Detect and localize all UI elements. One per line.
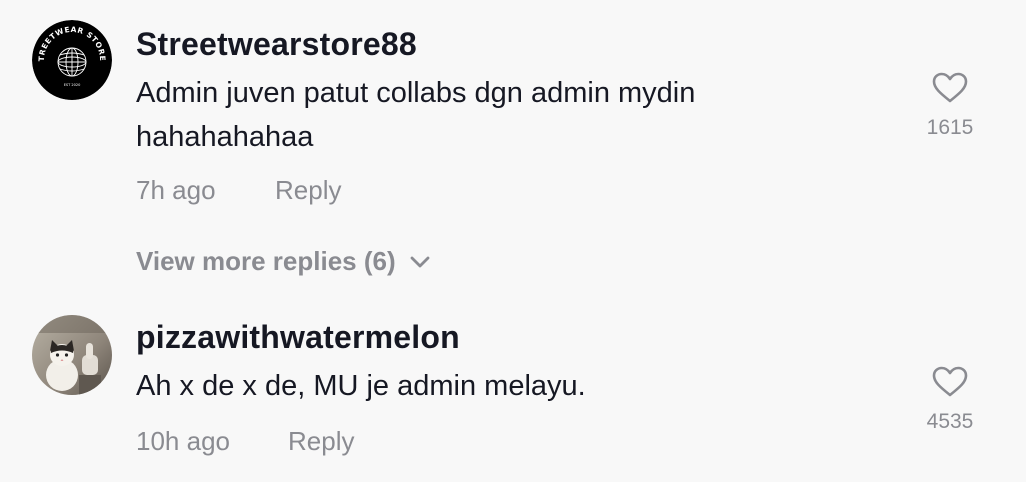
chevron-down-icon xyxy=(410,256,430,267)
comment-username[interactable]: pizzawithwatermelon xyxy=(136,319,460,356)
globe-logo-icon: STREETWEAR STORES EST 2020 xyxy=(32,20,112,100)
avatar[interactable]: STREETWEAR STORES EST 2020 xyxy=(32,20,112,100)
like-button[interactable]: 4535 xyxy=(910,366,990,434)
cat-thumbs-up-photo xyxy=(32,315,112,395)
reply-button[interactable]: Reply xyxy=(288,426,354,457)
comment-timestamp: 10h ago xyxy=(136,426,230,456)
comment-text: Admin juven patut collabs dgn admin mydi… xyxy=(136,77,696,153)
avatar-sub-text: EST 2020 xyxy=(64,83,81,87)
like-button[interactable]: 1615 xyxy=(910,72,990,140)
heart-icon xyxy=(932,72,968,103)
like-count: 4535 xyxy=(926,410,974,433)
view-more-replies-button[interactable]: View more replies (6) xyxy=(136,246,430,277)
reply-button[interactable]: Reply xyxy=(275,175,341,206)
like-count: 1615 xyxy=(926,116,974,139)
avatar[interactable] xyxy=(32,315,112,395)
comment-text: Ah x de x de, MU je admin melayu. xyxy=(136,370,586,402)
comment-timestamp: 7h ago xyxy=(136,175,216,205)
comment-username[interactable]: Streetwearstore88 xyxy=(136,26,417,63)
heart-icon xyxy=(932,366,968,397)
view-more-replies-label: View more replies (6) xyxy=(136,246,396,276)
